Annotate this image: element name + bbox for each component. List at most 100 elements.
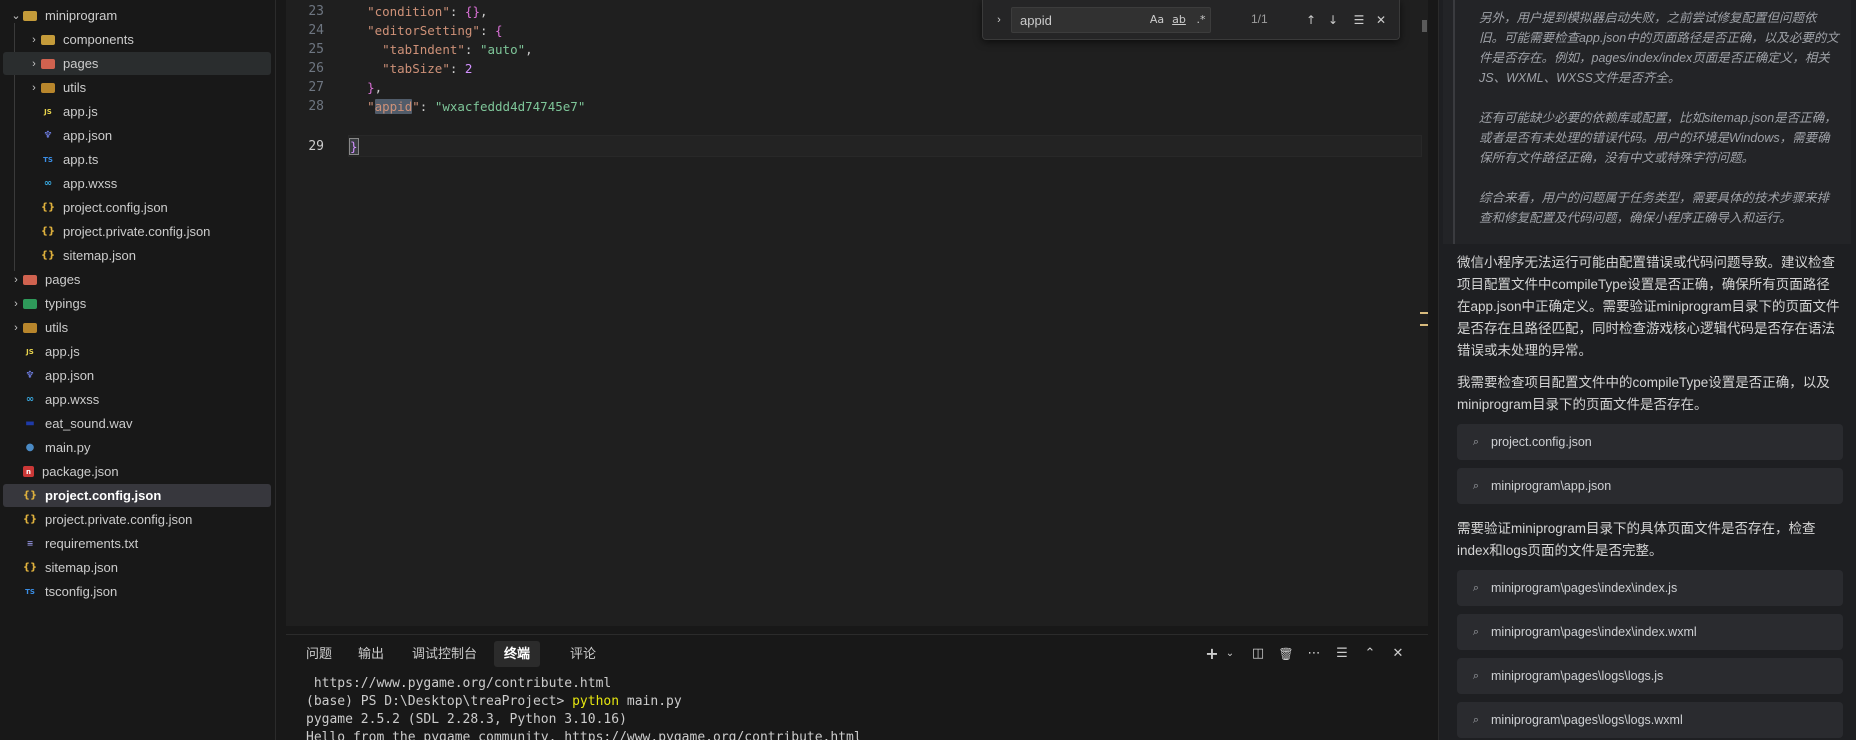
toggle-replace-chevron-icon[interactable]: › [991,10,1007,30]
explorer-panel: ⌄ miniprogram › components › pages › utils JS app… [0,0,276,740]
punctuation: : [419,99,435,114]
file-read-chip[interactable]: ⌕ miniprogram\pages\index\index.js [1457,570,1843,606]
line-number-active: 29 [308,139,324,154]
explorer-item[interactable]: {} project.private.config.json [3,508,271,531]
find-widget: › Aa ab .* 1/1 ↑ ↓ ☰ ✕ [982,0,1400,40]
explorer-item[interactable]: {} project.config.json [3,484,271,507]
explorer-item[interactable]: ∞ app.wxss [3,172,271,195]
code-editor[interactable]: 23 24 25 26 27 28 29 "condition": {}, "e… [286,0,1428,626]
json-string: "auto" [479,42,526,57]
explorer-item[interactable]: › utils [3,316,271,339]
json-key: "tabSize" [382,61,450,76]
close-find-icon[interactable]: ✕ [1371,10,1391,30]
whole-word-icon[interactable]: ab [1169,10,1189,30]
chevron-right-icon: › [32,57,36,70]
json-key: "editorSetting" [367,23,480,38]
chevron-right-icon: › [14,273,18,286]
json-file-icon: {} [40,226,56,237]
tab-output[interactable]: 输出 [348,641,394,667]
explorer-item[interactable]: JS app.js [3,340,271,363]
explorer-item[interactable]: ● main.py [3,436,271,459]
npm-file-icon: n [23,466,34,477]
explorer-item-label: sitemap.json [63,248,136,263]
thinking-block: 另外，用户提到模拟器启动失败，之前尝试修复配置但问题依旧。可能需要检查app.j… [1443,0,1851,244]
assistant-message: 需要验证miniprogram目录下的具体页面文件是否存在，检查index和lo… [1457,521,1816,558]
code-line-29[interactable]: } [349,136,359,158]
folder-icon [23,274,37,285]
json-string: "wxacfeddd4d74745e7" [434,99,586,114]
maximize-panel-icon[interactable]: ⌃ [1360,644,1380,664]
explorer-item[interactable]: TS app.ts [3,148,271,171]
explorer-item[interactable]: › utils [3,76,271,99]
explorer-item[interactable]: {} sitemap.json [3,244,271,267]
search-icon: ⌕ [1472,713,1480,726]
explorer-item[interactable]: {} sitemap.json [3,556,271,579]
explorer-item[interactable]: JS app.js [3,100,271,123]
tab-comments[interactable]: 评论 [560,641,606,667]
file-read-chip[interactable]: ⌕ miniprogram\pages\logs\logs.wxml [1457,702,1843,738]
regex-icon[interactable]: .* [1191,10,1211,30]
ts-file-icon: TS [43,155,53,164]
more-actions-icon[interactable]: ⋯ [1304,644,1324,664]
file-read-chip[interactable]: ⌕ project.config.json [1457,424,1843,460]
close-panel-icon[interactable]: ✕ [1388,644,1408,664]
terminal-line[interactable]: pygame 2.5.2 (SDL 2.28.3, Python 3.10.16… [306,711,627,729]
explorer-item[interactable]: {} project.private.config.json [3,220,271,243]
wxss-file-icon: ∞ [25,394,35,405]
terminal-line[interactable]: Hello from the pygame community. https:/… [306,729,862,740]
next-match-icon[interactable]: ↓ [1323,10,1343,30]
explorer-item[interactable]: ♆ app.json [3,364,271,387]
explorer-item[interactable]: › pages [3,52,271,75]
explorer-item[interactable]: › components [3,28,271,51]
chip-label: project.config.json [1491,435,1592,449]
terminal-line[interactable]: https://www.pygame.org/contribute.html [306,675,611,693]
kill-terminal-icon[interactable]: 🗑 [1276,644,1296,664]
chevron-right-icon: › [14,321,18,334]
new-terminal-icon[interactable]: + [1202,644,1222,664]
folder-icon [41,34,55,45]
quote: " [412,99,420,114]
tab-debug-console[interactable]: 调试控制台 [402,641,487,667]
editor-scrollbar-thumb[interactable] [1422,20,1427,32]
assistant-message: 我需要检查项目配置文件中的compileType设置是否正确，以及minipro… [1457,375,1830,412]
terminal-text: Hello from the pygame community. https:/… [306,730,862,740]
explorer-item[interactable]: › pages [3,268,271,291]
split-terminal-icon[interactable]: ◫ [1248,644,1268,664]
file-read-chip[interactable]: ⌕ miniprogram\pages\index\index.wxml [1457,614,1843,650]
brace: {} [464,4,480,19]
chip-label: miniprogram\pages\index\index.wxml [1491,625,1697,639]
terminal-line[interactable]: (base) PS D:\Desktop\treaProject> python… [306,693,682,711]
explorer-item-label: app.wxss [63,176,118,191]
tab-problems[interactable]: 问题 [296,641,342,667]
panel-layout-icon[interactable]: ☰ [1332,644,1352,664]
tab-terminal[interactable]: 终端 [494,641,541,667]
folder-icon [23,322,37,333]
explorer-item[interactable]: ▬ eat_sound.wav [3,412,271,435]
explorer-item[interactable]: ≡ requirements.txt [3,532,271,555]
chevron-down-icon: ⌄ [11,10,21,22]
explorer-item[interactable]: ⌄ miniprogram [3,4,271,27]
match-case-icon[interactable]: Aa [1147,10,1167,30]
thinking-quote-bar [1453,0,1455,244]
bottom-panel: 问题 输出 调试控制台 终端 评论 + ⌄ ◫ 🗑 ⋯ ☰ ⌃ ✕ https:… [286,634,1428,740]
explorer-item[interactable]: n package.json [3,460,271,483]
explorer-item[interactable]: ♆ app.json [3,124,271,147]
explorer-item[interactable]: › typings [3,292,271,315]
explorer-item-label: pages [45,272,81,287]
explorer-item[interactable]: TS tsconfig.json [3,580,271,603]
punctuation: : [449,61,465,76]
previous-match-icon[interactable]: ↑ [1301,10,1321,30]
explorer-item-label: miniprogram [45,8,118,23]
terminal-profile-dropdown-icon[interactable]: ⌄ [1220,644,1240,664]
file-read-chip[interactable]: ⌕ miniprogram\app.json [1457,468,1843,504]
thinking-paragraph: 另外，用户提到模拟器启动失败，之前尝试修复配置但问题依旧。可能需要检查app.j… [1479,11,1839,85]
chat-scrollbar[interactable] [1848,0,1854,740]
overview-ruler-marker [1420,312,1428,326]
thinking-paragraph: 还有可能缺少必要的依赖库或配置，比如sitemap.json是否正确，或者是否有… [1479,111,1837,165]
explorer-item-label: tsconfig.json [45,584,118,599]
find-in-selection-icon[interactable]: ☰ [1349,10,1369,30]
file-read-chip[interactable]: ⌕ miniprogram\pages\logs\logs.js [1457,658,1843,694]
explorer-item[interactable]: ∞ app.wxss [3,388,271,411]
code-line-28[interactable]: "appid": "wxacfeddd4d74745e7" [352,96,585,118]
explorer-item[interactable]: {} project.config.json [3,196,271,219]
